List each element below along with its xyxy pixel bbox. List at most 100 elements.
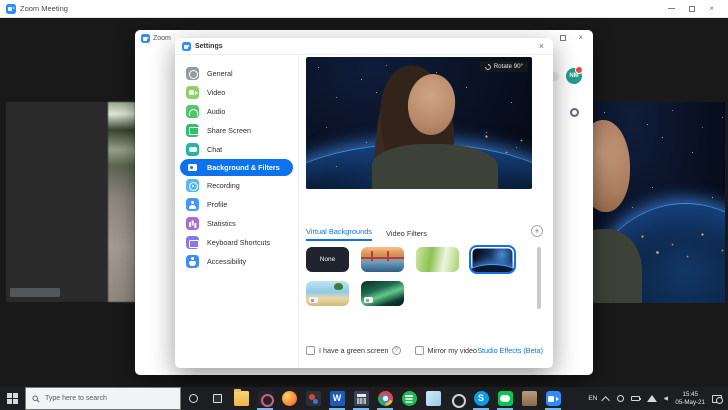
background-filters-icon	[186, 161, 199, 174]
sidebar-item-profile[interactable]: Profile	[175, 195, 298, 214]
taskbar-media-player[interactable]	[301, 387, 325, 410]
close-icon[interactable]: ×	[539, 41, 546, 51]
clock[interactable]: 15:45 05-May-21	[675, 391, 705, 406]
chevron-up-icon[interactable]	[602, 396, 610, 404]
cortana-icon	[189, 394, 198, 403]
sidebar-item-accessibility[interactable]: Accessibility	[175, 252, 298, 271]
firefox-icon	[282, 391, 297, 406]
start-button[interactable]	[0, 387, 25, 410]
maximize-icon[interactable]	[689, 6, 695, 12]
participant-name-pill	[10, 288, 60, 297]
settings-sidebar: General Video Audio Share Screen Chat Ba…	[175, 55, 299, 368]
bar-chart-icon	[186, 217, 199, 230]
gear-icon	[186, 67, 199, 80]
participant-tile-partial	[108, 102, 135, 302]
taskbar-settings[interactable]	[445, 387, 469, 410]
language-indicator[interactable]: EN	[588, 395, 597, 402]
notifications-icon[interactable]	[712, 395, 722, 403]
sidebar-item-audio[interactable]: Audio	[175, 102, 298, 121]
chat-bubble-icon	[186, 143, 199, 156]
person-icon	[186, 198, 199, 211]
sidebar-item-share-screen[interactable]: Share Screen	[175, 121, 298, 140]
taskbar-file-explorer[interactable]	[229, 387, 253, 410]
close-icon[interactable]: ×	[578, 34, 583, 42]
sync-icon[interactable]	[617, 395, 624, 402]
taskbar-skype[interactable]: S	[469, 387, 493, 410]
background-thumb-northern-lights[interactable]	[361, 281, 404, 306]
settings-title: Settings	[195, 43, 223, 50]
help-icon[interactable]: ?	[392, 346, 401, 355]
background-thumb-beach[interactable]	[306, 281, 349, 306]
battery-icon[interactable]	[631, 396, 640, 401]
sidebar-item-background-filters[interactable]: Background & Filters	[180, 159, 293, 176]
video-background-badge-icon	[309, 297, 318, 303]
sidebar-item-recording[interactable]: Recording	[175, 176, 298, 195]
sidebar-item-video[interactable]: Video	[175, 83, 298, 102]
headphones-icon	[186, 105, 199, 118]
close-icon[interactable]: ×	[709, 5, 714, 13]
task-view-icon	[213, 394, 222, 403]
maximize-icon[interactable]	[560, 35, 566, 41]
mirror-video-checkbox[interactable]	[415, 346, 424, 355]
minimize-icon[interactable]	[668, 8, 675, 9]
taskbar-zoom[interactable]	[541, 387, 565, 410]
studio-effects-link[interactable]: Studio Effects (Beta)	[477, 346, 543, 355]
taskbar: Type here to search W S EN 15:45 05-May-…	[0, 387, 728, 410]
meeting-window-title: Zoom Meeting	[20, 4, 68, 13]
taskbar-word[interactable]: W	[325, 387, 349, 410]
task-view-button[interactable]	[205, 387, 229, 410]
sidebar-item-general[interactable]: General	[175, 64, 298, 83]
person-body	[372, 144, 499, 189]
settings-main-panel: Rotate 90° Virtual Backgrounds Video Fil…	[300, 55, 553, 368]
wifi-icon[interactable]	[647, 395, 657, 402]
rotate-icon	[485, 64, 491, 70]
keyboard-icon	[186, 236, 199, 249]
participant-tile-dark	[6, 102, 108, 302]
system-tray: EN 15:45 05-May-21	[588, 387, 728, 410]
taskbar-sticky-notes[interactable]	[421, 387, 445, 410]
add-background-button[interactable]: +	[531, 225, 543, 237]
tray-time: 15:45	[675, 391, 705, 399]
accessibility-icon	[186, 255, 199, 268]
thumbnails-scrollbar[interactable]	[537, 247, 541, 309]
background-thumb-none[interactable]: None	[306, 247, 349, 272]
background-thumbnails: None	[306, 247, 528, 306]
photos-icon	[258, 391, 273, 406]
background-thumb-golden-gate-bridge[interactable]	[361, 247, 404, 272]
taskbar-calculator[interactable]	[349, 387, 373, 410]
windows-logo-icon	[7, 393, 18, 404]
tab-virtual-backgrounds[interactable]: Virtual Backgrounds	[306, 227, 372, 241]
taskbar-line[interactable]	[493, 387, 517, 410]
record-icon	[186, 179, 199, 192]
background-thumb-grass[interactable]	[416, 247, 459, 272]
cortana-button[interactable]	[181, 387, 205, 410]
background-tabs: Virtual Backgrounds Video Filters	[306, 227, 427, 241]
taskbar-photos[interactable]	[253, 387, 277, 410]
green-screen-checkbox[interactable]	[306, 346, 315, 355]
sidebar-item-chat[interactable]: Chat	[175, 140, 298, 159]
sidebar-item-keyboard-shortcuts[interactable]: Keyboard Shortcuts	[175, 233, 298, 252]
self-video-tile	[592, 102, 725, 303]
tab-video-filters[interactable]: Video Filters	[386, 229, 427, 241]
contact-photo-icon	[522, 391, 537, 406]
chrome-icon	[378, 391, 393, 406]
zoom-app-icon	[182, 42, 191, 51]
zoom-home-title: Zoom	[153, 35, 171, 42]
rotate-90-button[interactable]: Rotate 90°	[480, 61, 528, 72]
media-player-icon	[306, 391, 321, 406]
spotify-icon	[402, 391, 417, 406]
speaker-icon[interactable]	[664, 396, 668, 401]
share-screen-icon	[186, 124, 199, 137]
background-thumb-earth-space[interactable]	[471, 247, 514, 272]
taskbar-search-input[interactable]: Type here to search	[25, 387, 181, 410]
tray-date: 05-May-21	[675, 399, 705, 407]
settings-dialog: Settings × General Video Audio Share Scr…	[175, 38, 553, 368]
settings-gear-icon[interactable]	[570, 108, 579, 117]
taskbar-firefox[interactable]	[277, 387, 301, 410]
taskbar-chrome[interactable]	[373, 387, 397, 410]
taskbar-spotify[interactable]	[397, 387, 421, 410]
meeting-window-titlebar: Zoom Meeting ×	[0, 0, 728, 18]
profile-avatar[interactable]: NM	[566, 68, 582, 84]
taskbar-contact[interactable]	[517, 387, 541, 410]
sidebar-item-statistics[interactable]: Statistics	[175, 214, 298, 233]
